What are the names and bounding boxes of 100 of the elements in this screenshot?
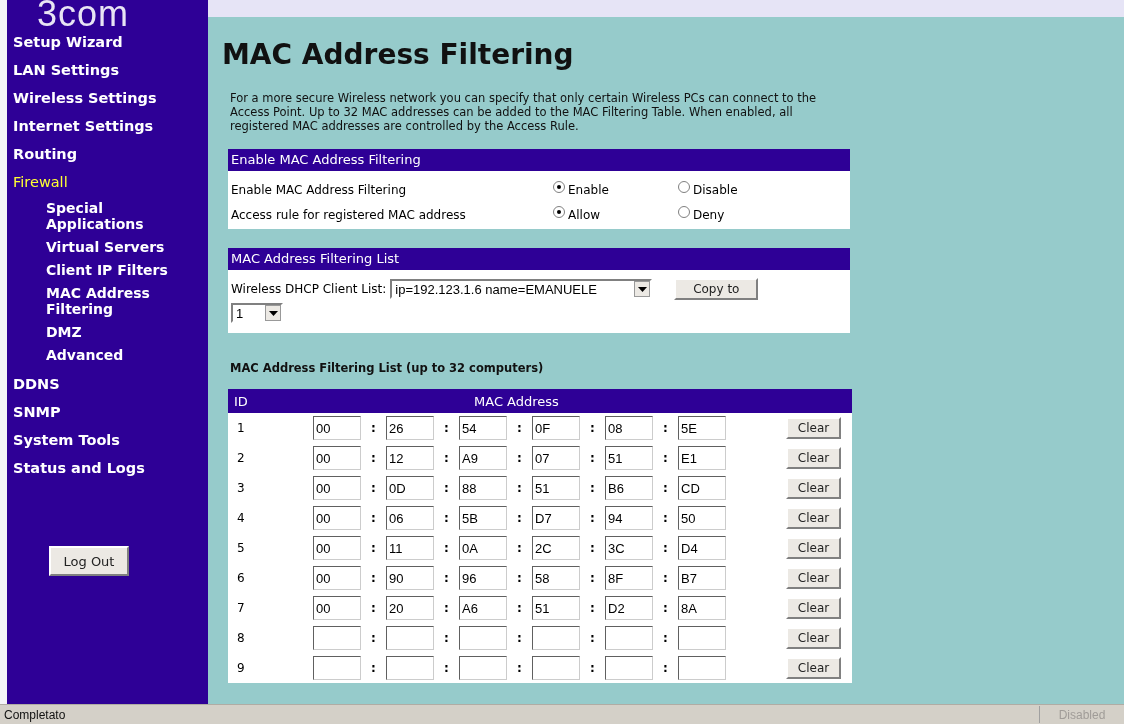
octet-field[interactable]: 07 [532, 446, 580, 470]
sidebar-link[interactable]: LAN Settings [13, 60, 120, 80]
octet-field[interactable]: 3C [605, 536, 653, 560]
clear-button[interactable]: Clear [786, 567, 841, 589]
octet-field[interactable]: 06 [386, 506, 434, 530]
sidebar-link[interactable]: Special Applications [46, 200, 196, 232]
octet-field[interactable] [459, 626, 507, 650]
octet-field[interactable]: D4 [678, 536, 726, 560]
octet-field[interactable]: 50 [678, 506, 726, 530]
octet-field[interactable]: B7 [678, 566, 726, 590]
radio-option[interactable]: Disable [678, 182, 803, 197]
dropdown[interactable]: ip=192.123.1.6 name=EMANUELE [390, 279, 653, 299]
radio-button[interactable] [678, 180, 690, 193]
sidebar-link[interactable]: Client IP Filters [46, 262, 196, 278]
clear-button[interactable]: Clear [786, 537, 841, 559]
octet-field[interactable]: 51 [532, 596, 580, 620]
octet-field[interactable]: 5E [678, 416, 726, 440]
setting-label: Enable MAC Address Filtering [231, 182, 408, 197]
octet-field[interactable]: 00 [313, 476, 361, 500]
octet-field[interactable] [386, 626, 434, 650]
sidebar-link[interactable]: DMZ [46, 324, 196, 340]
intro-text: For a more secure Wireless network you can specify that only certain Wireless PCs can connect to the Access Point. Up to 32 MAC addresses can be added to the MAC Filtering Table. When enabled, all registered MAC addresses are controlled by the Access Rule. [230, 91, 818, 133]
octet-field[interactable]: 20 [386, 596, 434, 620]
octet-field[interactable]: 00 [313, 566, 361, 590]
octet-field[interactable] [532, 626, 580, 650]
octet-field[interactable]: 58 [532, 566, 580, 590]
sidebar-link[interactable]: MAC Address Filtering [46, 285, 196, 317]
octet-field[interactable]: A9 [459, 446, 507, 470]
octet-field[interactable]: 5B [459, 506, 507, 530]
radio-button[interactable] [553, 205, 565, 218]
octet-field[interactable] [605, 626, 653, 650]
clear-button[interactable]: Clear [786, 597, 841, 619]
sidebar-link[interactable]: Virtual Servers [46, 239, 196, 255]
clear-button[interactable]: Clear [786, 447, 841, 469]
sidebar-link[interactable]: Routing [13, 144, 78, 164]
octet-field[interactable]: CD [678, 476, 726, 500]
radio-option[interactable]: Deny [678, 207, 803, 222]
octet-field[interactable]: 0A [459, 536, 507, 560]
separator: : [370, 601, 377, 615]
sidebar-link[interactable]: Internet Settings [13, 116, 154, 136]
log-out-button[interactable]: Log Out [49, 546, 129, 576]
octet-field[interactable]: 12 [386, 446, 434, 470]
radio-option[interactable]: Allow [553, 207, 678, 222]
octet-field[interactable]: 11 [386, 536, 434, 560]
octet-field[interactable] [459, 656, 507, 680]
clear-button[interactable]: Clear [786, 507, 841, 529]
sidebar-link[interactable]: Status and Logs [13, 458, 145, 478]
octet-field[interactable]: 00 [313, 446, 361, 470]
octet-field[interactable]: 8A [678, 596, 726, 620]
clear-button[interactable]: Clear [786, 627, 841, 649]
octet-field[interactable]: 54 [459, 416, 507, 440]
separator: : [589, 571, 596, 585]
octet-field[interactable]: D7 [532, 506, 580, 530]
octet-field[interactable]: 96 [459, 566, 507, 590]
clear-button[interactable]: Clear [786, 417, 841, 439]
octet-field[interactable]: 94 [605, 506, 653, 530]
octet-field[interactable]: 00 [313, 536, 361, 560]
octet-field[interactable]: 00 [313, 596, 361, 620]
sidebar-link[interactable]: Firewall [13, 172, 68, 192]
octet-field[interactable] [678, 656, 726, 680]
octet-field[interactable]: 08 [605, 416, 653, 440]
octet-field[interactable]: 0D [386, 476, 434, 500]
octet-field[interactable]: 00 [313, 416, 361, 440]
dropdown[interactable]: 1 [231, 303, 283, 323]
octet-field[interactable]: 51 [605, 446, 653, 470]
octet-field[interactable]: B6 [605, 476, 653, 500]
sidebar-link[interactable]: Advanced [46, 347, 196, 363]
octet-field[interactable]: A6 [459, 596, 507, 620]
octet-field[interactable] [605, 656, 653, 680]
sidebar-link[interactable]: SNMP [13, 402, 61, 422]
radio-button[interactable] [678, 205, 690, 218]
octet-field[interactable]: 51 [532, 476, 580, 500]
copy-to-button[interactable]: Copy to [674, 278, 759, 300]
octet-field[interactable] [386, 656, 434, 680]
sidebar-link[interactable]: Wireless Settings [13, 88, 157, 108]
octet-field[interactable] [532, 656, 580, 680]
field-label: Wireless DHCP Client List: [231, 282, 387, 296]
octet-field[interactable]: 2C [532, 536, 580, 560]
octet-field[interactable]: 00 [313, 506, 361, 530]
octet-field[interactable]: 26 [386, 416, 434, 440]
octet-field[interactable] [678, 626, 726, 650]
octet-field[interactable]: 0F [532, 416, 580, 440]
section-header: Enable MAC Address Filtering [228, 149, 850, 171]
separator: : [516, 511, 523, 525]
octet-field[interactable]: D2 [605, 596, 653, 620]
clear-button[interactable]: Clear [786, 477, 841, 499]
sidebar-link[interactable]: DDNS [13, 374, 60, 394]
separator: : [370, 631, 377, 645]
clear-button[interactable]: Clear [786, 657, 841, 679]
row-id: 5 [236, 541, 246, 555]
octet-field[interactable]: E1 [678, 446, 726, 470]
sidebar-link[interactable]: System Tools [13, 430, 120, 450]
octet-field[interactable] [313, 656, 361, 680]
octet-field[interactable]: 88 [459, 476, 507, 500]
octet-field[interactable]: 8F [605, 566, 653, 590]
octet-field[interactable] [313, 626, 361, 650]
radio-button[interactable] [553, 180, 565, 193]
octet-field[interactable]: 90 [386, 566, 434, 590]
radio-option[interactable]: Enable [553, 182, 678, 197]
sidebar-link[interactable]: Setup Wizard [13, 32, 123, 52]
